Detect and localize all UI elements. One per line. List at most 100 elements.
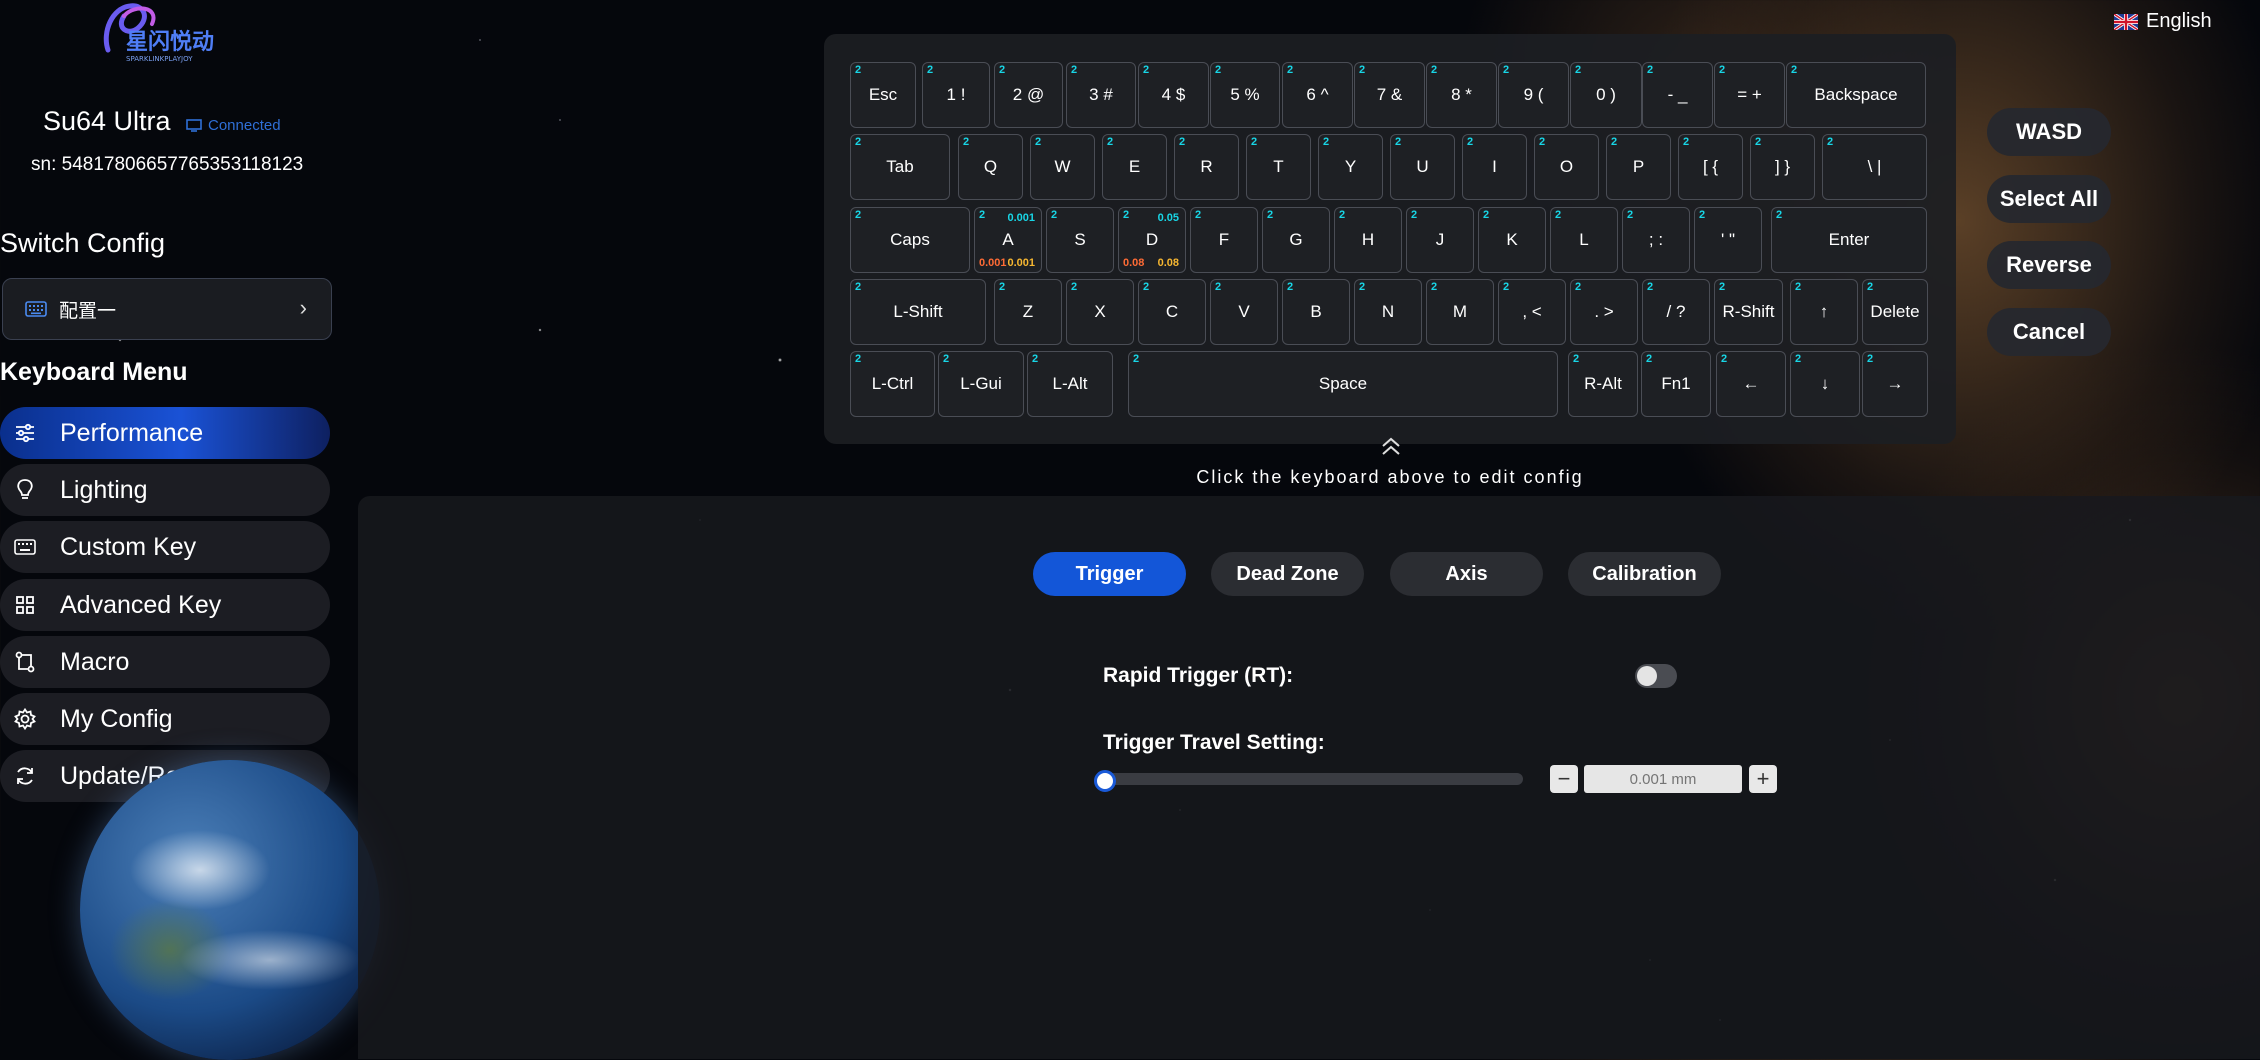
key-layer-badge: 2	[855, 64, 862, 76]
key-l[interactable]: 2L	[1550, 207, 1618, 273]
key-y[interactable]: 2Y	[1318, 134, 1383, 200]
key-k0-11[interactable]: 2 - _	[1642, 62, 1713, 128]
keyboard-hint: Click the keyboard above to edit config	[1196, 467, 1584, 487]
key-k4-8[interactable]: 2 →	[1862, 351, 1928, 417]
key-n[interactable]: 2N	[1354, 279, 1422, 345]
cancel-button[interactable]: Cancel	[1987, 308, 2111, 356]
key-r[interactable]: 2R	[1174, 134, 1239, 200]
key-l-alt[interactable]: 2 L-Alt	[1027, 351, 1113, 417]
key-k0-12[interactable]: 2 = +	[1714, 62, 1785, 128]
key-h[interactable]: 2H	[1334, 207, 1402, 273]
config-selector[interactable]: 配置一 ›	[2, 278, 332, 340]
trigger-travel-slider-thumb[interactable]	[1094, 770, 1116, 792]
chevron-up-icon[interactable]	[1378, 434, 1404, 460]
key-2[interactable]: 2 2 @	[994, 62, 1063, 128]
key-b[interactable]: 2B	[1282, 279, 1350, 345]
menu-item-macro[interactable]: Macro	[0, 636, 330, 688]
key-i[interactable]: 2I	[1462, 134, 1527, 200]
key-space[interactable]: 2 Space	[1128, 351, 1558, 417]
trigger-travel-slider-track[interactable]	[1103, 773, 1523, 785]
key-e[interactable]: 2E	[1102, 134, 1167, 200]
key-d[interactable]: 2 D 0.05 0.08 0.08	[1118, 207, 1186, 273]
key-5[interactable]: 2 5 %	[1210, 62, 1280, 128]
key-9[interactable]: 2 9 (	[1498, 62, 1569, 128]
key-layer-badge: 2	[1035, 136, 1042, 148]
key-l-shift[interactable]: 2 L-Shift	[850, 279, 986, 345]
select-all-button[interactable]: Select All	[1987, 175, 2111, 223]
key-caps[interactable]: 2 Caps	[850, 207, 970, 273]
key-enter[interactable]: 2 Enter	[1771, 207, 1927, 273]
key-x[interactable]: 2X	[1066, 279, 1134, 345]
tab-dead-zone[interactable]: Dead Zone	[1211, 552, 1364, 596]
key-j[interactable]: 2J	[1406, 207, 1474, 273]
key-backspace[interactable]: 2 Backspace	[1786, 62, 1926, 128]
key-1[interactable]: 2 1 !	[922, 62, 990, 128]
key-7[interactable]: 2 7 &	[1354, 62, 1425, 128]
increment-button[interactable]: +	[1749, 765, 1777, 793]
tab-calibration[interactable]: Calibration	[1568, 552, 1721, 596]
key-label: T	[1273, 157, 1284, 176]
key-t[interactable]: 2T	[1246, 134, 1311, 200]
tab-trigger[interactable]: Trigger	[1033, 552, 1186, 596]
key-s[interactable]: 2S	[1046, 207, 1114, 273]
key-layer-badge: 2	[1483, 209, 1490, 221]
key-v[interactable]: 2V	[1210, 279, 1278, 345]
key-f[interactable]: 2F	[1190, 207, 1258, 273]
key-label: Fn1	[1661, 374, 1691, 393]
key-k3-10[interactable]: 2 / ?	[1642, 279, 1710, 345]
key-k3-12[interactable]: 2 ↑	[1790, 279, 1858, 345]
key-label: Q	[983, 157, 998, 176]
trigger-travel-input[interactable]	[1584, 765, 1742, 793]
reverse-button[interactable]: Reverse	[1987, 241, 2111, 289]
key-g[interactable]: 2G	[1262, 207, 1330, 273]
rapid-trigger-toggle[interactable]	[1635, 664, 1677, 688]
key-o[interactable]: 2O	[1534, 134, 1599, 200]
key-label: F	[1218, 230, 1230, 249]
menu-item-performance[interactable]: Performance	[0, 407, 330, 459]
key-8[interactable]: 2 8 *	[1426, 62, 1497, 128]
key-l-ctrl[interactable]: 2 L-Ctrl	[850, 351, 935, 417]
key-a[interactable]: 2 A 0.001 0.001 0.001	[974, 207, 1042, 273]
key-c[interactable]: 2C	[1138, 279, 1206, 345]
key-k1-12[interactable]: 2] }	[1750, 134, 1815, 200]
key-label: ; :	[1648, 230, 1664, 249]
key-q[interactable]: 2Q	[958, 134, 1023, 200]
menu-item-lighting[interactable]: Lighting	[0, 464, 330, 516]
key-k3-8[interactable]: 2 , <	[1498, 279, 1566, 345]
key-k4-7[interactable]: 2 ↓	[1790, 351, 1860, 417]
key-u[interactable]: 2U	[1390, 134, 1455, 200]
key-4[interactable]: 2 4 $	[1138, 62, 1209, 128]
key-3[interactable]: 2 3 #	[1066, 62, 1136, 128]
tab-axis[interactable]: Axis	[1390, 552, 1543, 596]
key-k[interactable]: 2K	[1478, 207, 1546, 273]
key-layer-badge: 2	[1431, 281, 1438, 293]
language-selector[interactable]: English	[2114, 10, 2212, 33]
key-fn1[interactable]: 2 Fn1	[1641, 351, 1711, 417]
key-p[interactable]: 2P	[1606, 134, 1671, 200]
key-delete[interactable]: 2 Delete	[1862, 279, 1928, 345]
key-r-shift[interactable]: 2 R-Shift	[1714, 279, 1783, 345]
earth-decoration	[80, 760, 380, 1060]
key-z[interactable]: 2Z	[994, 279, 1062, 345]
key-esc[interactable]: 2 Esc	[850, 62, 916, 128]
key-m[interactable]: 2M	[1426, 279, 1494, 345]
key-k1-13[interactable]: 2 \ |	[1822, 134, 1927, 200]
menu-item-my-config[interactable]: My Config	[0, 693, 330, 745]
menu-item-advanced-key[interactable]: Advanced Key	[0, 579, 330, 631]
key-r-alt[interactable]: 2 R-Alt	[1568, 351, 1638, 417]
key-k1-11[interactable]: 2 [ {	[1678, 134, 1743, 200]
key-w[interactable]: 2W	[1030, 134, 1095, 200]
key-k2-10[interactable]: 2 ; :	[1622, 207, 1690, 273]
key-l-gui[interactable]: 2 L-Gui	[938, 351, 1024, 417]
wasd-button[interactable]: WASD	[1987, 108, 2111, 156]
decrement-button[interactable]: −	[1550, 765, 1578, 793]
key-layer-badge: 2	[1179, 136, 1186, 148]
key-label: 0 )	[1596, 85, 1616, 104]
key-k4-6[interactable]: 2 ←	[1716, 351, 1786, 417]
menu-item-custom-key[interactable]: Custom Key	[0, 521, 330, 573]
key-k3-9[interactable]: 2 . >	[1570, 279, 1638, 345]
key-k2-11[interactable]: 2 ' "	[1694, 207, 1762, 273]
key-6[interactable]: 2 6 ^	[1282, 62, 1353, 128]
key-tab[interactable]: 2 Tab	[850, 134, 950, 200]
key-0[interactable]: 2 0 )	[1570, 62, 1642, 128]
